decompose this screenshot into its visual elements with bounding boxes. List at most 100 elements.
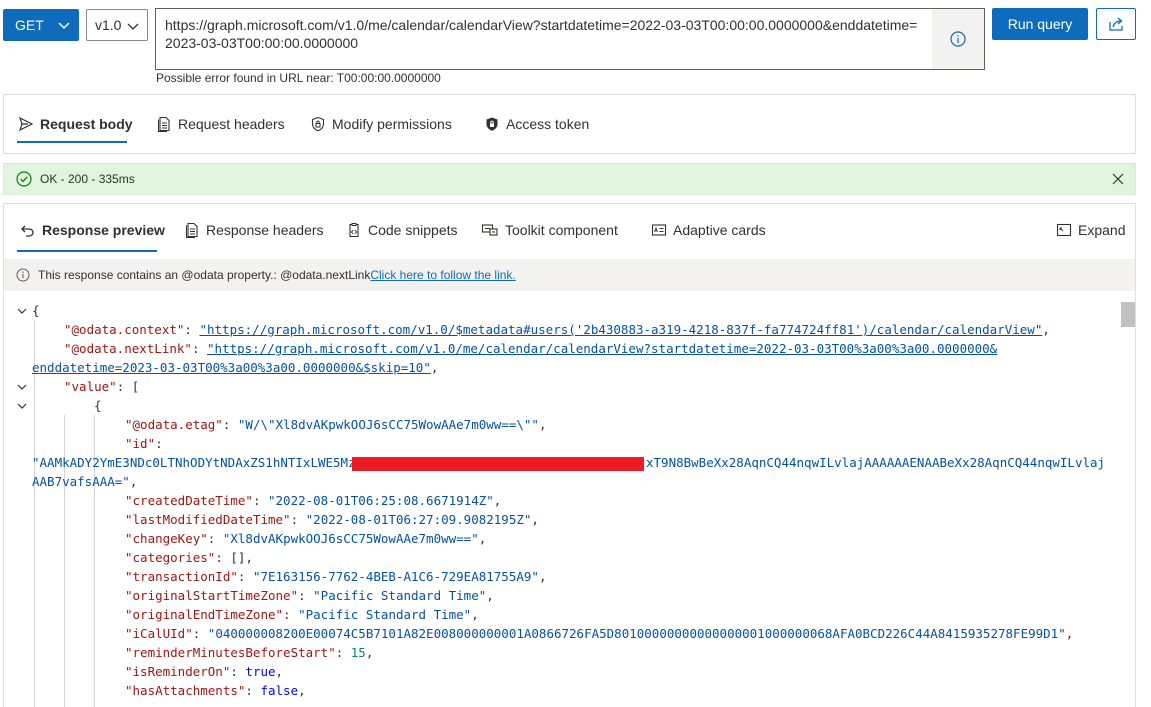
json-line: "value": [ [64,379,140,394]
lock-icon [486,117,498,131]
document-icon [186,222,198,238]
tab-label: Request headers [178,116,285,132]
json-key: "iCalUId" [125,626,193,641]
scrollbar-thumb[interactable] [1121,302,1135,327]
json-value: "040000008200E00074C5B7101A82E0080000000… [207,626,1066,641]
api-version-dropdown[interactable]: v1.0 [86,9,148,41]
json-line: "iCalUId": "040000008200E00074C5B7101A82… [125,626,1074,641]
url-text[interactable]: https://graph.microsoft.com/v1.0/me/cale… [165,16,925,52]
json-line: AAB7vafsAAA=", [32,474,138,489]
tab-request-headers[interactable]: Request headers [156,95,285,153]
json-value: [] [230,550,246,565]
expand-label: Expand [1078,222,1126,238]
json-line: "categories": [], [125,550,253,565]
json-value: "AAMkADY2YmE3NDc0LTNhODYtNDAxZS1hNTIxLWE… [32,455,371,470]
expand-icon [1056,223,1072,237]
json-link[interactable]: "https://graph.microsoft.com/v1.0/me/cal… [207,341,997,356]
clipboard-code-icon [349,223,359,238]
chevron-down-icon [127,23,139,30]
redaction-bar [352,457,644,471]
response-panel: Response preview Response headers Code s… [3,203,1136,707]
tab-toolkit-component[interactable]: Toolkit component [481,204,618,256]
json-link[interactable]: enddatetime=2023-03-03T00%3a00%3a00.0000… [32,360,431,375]
follow-link[interactable]: Click here to follow the link. [370,268,515,282]
json-line: "id": [125,436,163,451]
share-button[interactable] [1096,8,1136,40]
tab-code-snippets[interactable]: Code snippets [346,204,458,256]
json-viewer[interactable]: { "@odata.context": "https://graph.micro… [4,301,1119,707]
odata-info-bar: This response contains an @odata propert… [4,259,1135,291]
active-tab-indicator [17,250,157,252]
tab-adaptive-cards[interactable]: Adaptive cards [651,204,766,256]
url-error-message: Possible error found in URL near: T00:00… [156,71,441,85]
card-icon [651,224,667,236]
run-query-button[interactable]: Run query [992,8,1088,40]
url-input[interactable]: https://graph.microsoft.com/v1.0/me/cale… [155,8,985,70]
json-line: "transactionId": "7E163156-7762-4BEB-A1C… [125,569,547,584]
tab-label: Toolkit component [505,222,618,238]
json-value: 15 [350,645,366,660]
json-value: "2022-08-01T06:27:09.9082195Z" [305,512,532,527]
json-key: "originalEndTimeZone" [125,607,284,622]
json-link[interactable]: "https://graph.microsoft.com/v1.0/$metad… [199,322,1042,337]
tab-modify-permissions[interactable]: Modify permissions [310,95,452,153]
json-value: false [260,683,299,698]
json-value: "2022-08-01T06:25:08.6671914Z" [268,493,494,508]
component-icon [481,224,498,236]
info-text: This response contains an @odata propert… [38,268,371,282]
json-value: "Xl8dvAKpwkOOJ6sCC75WowAAe7m0ww==" [222,531,479,546]
expand-button[interactable]: Expand [1056,204,1125,256]
close-icon[interactable] [1111,172,1125,186]
status-text: OK - 200 - 335ms [40,172,135,186]
json-line: enddatetime=2023-03-03T00%3a00%3a00.0000… [32,360,439,375]
fold-chevron-icon[interactable] [16,305,28,317]
json-value: "Pacific Standard Time" [313,588,487,603]
json-line: xT9N8BwBeXx28AqnCQ44nqwILvlajAAAAAAENAAB… [646,453,1105,472]
check-circle-icon [16,171,32,187]
json-key: "lastModifiedDateTime" [125,512,291,527]
tab-label: Response preview [42,222,165,238]
json-line: "@odata.etag": "W/\"Xl8dvAKpwkOOJ6sCC75W… [125,417,547,432]
send-icon [18,116,34,132]
json-line: "lastModifiedDateTime": "2022-08-01T06:2… [125,512,539,527]
api-version-label: v1.0 [95,17,122,33]
info-icon [950,31,966,47]
json-key: "transactionId" [125,569,238,584]
json-key: "id" [125,436,156,451]
http-method-dropdown[interactable]: GET [3,9,79,41]
tab-access-token[interactable]: Access token [484,95,589,153]
tab-label: Modify permissions [332,116,452,132]
json-key: "reminderMinutesBeforeStart" [125,645,336,660]
tab-request-body[interactable]: Request body [18,95,133,153]
tab-label: Response headers [206,222,324,238]
json-key: "isReminderOn" [125,664,231,679]
tab-label: Adaptive cards [673,222,766,238]
json-line: "@odata.context": "https://graph.microso… [64,322,1050,337]
json-key: "changeKey" [125,531,208,546]
json-value: AAB7vafsAAA=" [32,474,130,489]
undo-arrow-icon [21,225,34,237]
json-value: "Pacific Standard Time" [298,607,472,622]
http-method-label: GET [15,17,44,33]
fold-chevron-icon[interactable] [16,400,28,412]
fold-chevron-icon[interactable] [16,381,28,393]
tab-label: Access token [506,116,590,132]
json-line: "originalStartTimeZone": "Pacific Standa… [125,588,494,603]
json-value: "7E163156-7762-4BEB-A1C6-729EA81755A9" [252,569,539,584]
json-line: "AAMkADY2YmE3NDc0LTNhODYtNDAxZS1hNTIxLWE… [32,453,371,472]
url-info-button[interactable] [932,9,984,69]
json-line: "hasAttachments": false, [125,683,306,698]
json-line: "originalEndTimeZone": "Pacific Standard… [125,607,479,622]
info-icon [16,268,30,282]
json-key: "createdDateTime" [125,493,253,508]
json-key: "hasAttachments" [125,683,246,698]
json-key: "value" [64,379,117,394]
json-key: "categories" [125,550,216,565]
share-icon [1109,17,1123,31]
json-line: "isReminderOn": true, [125,664,284,679]
tab-response-headers[interactable]: Response headers [184,204,324,256]
json-line: "createdDateTime": "2022-08-01T06:25:08.… [125,493,502,508]
tab-response-preview[interactable]: Response preview [20,204,165,256]
json-line: { [94,398,102,413]
json-line: "@odata.nextLink": "https://graph.micros… [64,341,998,356]
